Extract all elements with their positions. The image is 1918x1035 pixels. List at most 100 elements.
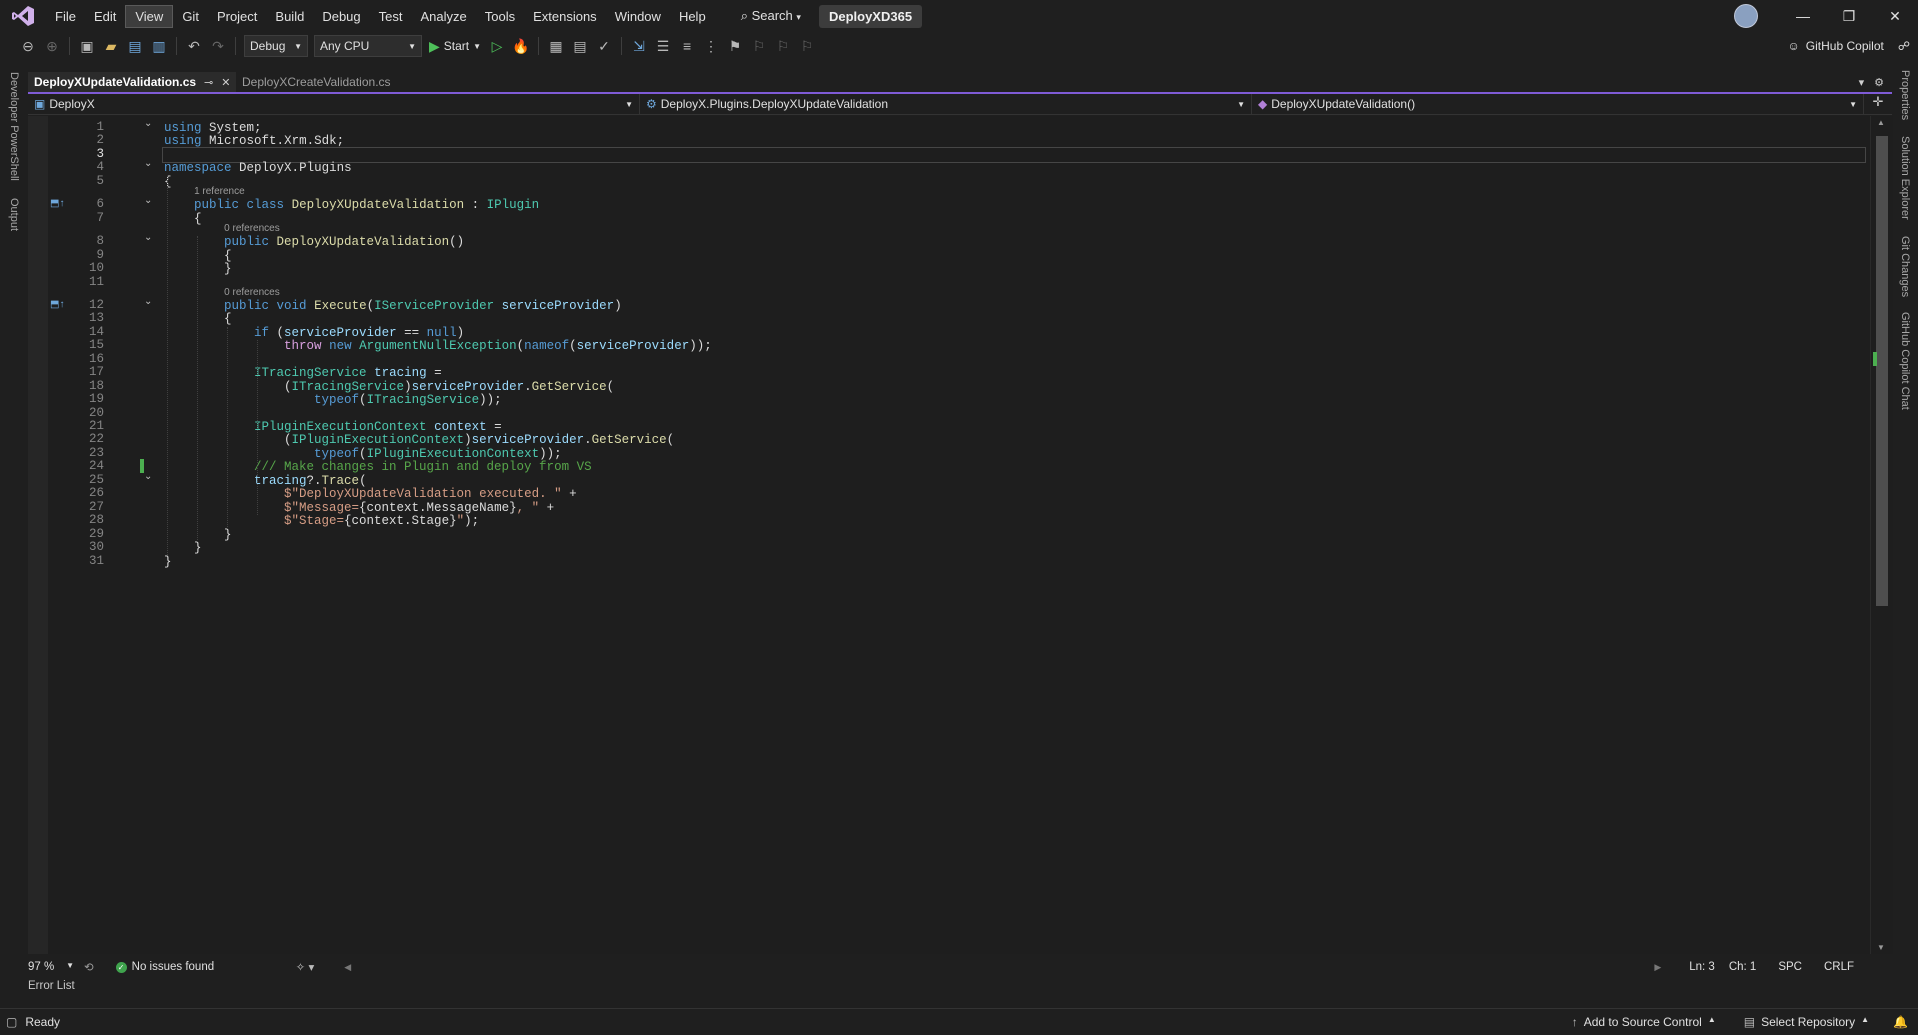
tab-settings-gear-icon[interactable]: ⚙ xyxy=(1874,76,1884,89)
tab-list-dropdown-icon[interactable]: ▾ xyxy=(1859,76,1865,89)
git-changes-tab[interactable]: Git Changes xyxy=(1899,236,1911,297)
error-list-tab[interactable]: Error List xyxy=(28,980,75,992)
previous-bookmark-icon[interactable]: ⚐ xyxy=(748,35,770,57)
undo-icon[interactable]: ↶ xyxy=(183,35,205,57)
close-window-icon[interactable]: ✕ xyxy=(1872,8,1918,25)
redo-icon[interactable]: ↷ xyxy=(207,35,229,57)
spell-check-icon[interactable]: ✓ xyxy=(593,35,615,57)
comment-lines-icon[interactable]: ≡ xyxy=(676,35,698,57)
column-indicator[interactable]: Ch: 1 xyxy=(1729,961,1757,973)
solution-explorer-tab[interactable]: Solution Explorer xyxy=(1899,136,1911,220)
scroll-down-arrow-icon[interactable]: ▼ xyxy=(1877,943,1885,952)
menu-view[interactable]: View xyxy=(125,4,174,28)
select-repository-button[interactable]: Select Repository ▲ xyxy=(1761,1015,1869,1029)
minimize-icon[interactable]: — xyxy=(1780,8,1826,24)
menu-debug[interactable]: Debug xyxy=(313,6,369,27)
menu-window[interactable]: Window xyxy=(606,6,670,27)
member-dropdown[interactable]: ◆ DeployXUpdateValidation() ▼ xyxy=(1252,94,1864,114)
code-line[interactable]: public class DeployXUpdateValidation : I… xyxy=(164,197,539,213)
open-file-icon[interactable]: ▰ xyxy=(100,35,122,57)
browse-icon[interactable]: ▦ xyxy=(545,35,567,57)
new-project-icon[interactable]: ▣ xyxy=(76,35,98,57)
code-line[interactable]: } xyxy=(164,554,172,570)
navigate-forward-icon[interactable]: ⊕ xyxy=(41,35,63,57)
whitespace-indicator[interactable]: SPC xyxy=(1778,961,1802,973)
github-copilot-button[interactable]: ☺ GitHub Copilot ☍ xyxy=(1788,39,1918,53)
code-lens-references[interactable]: 0 references xyxy=(224,223,280,234)
bookmark-icon[interactable]: ⚑ xyxy=(724,35,746,57)
fold-toggle-icon[interactable]: ⌄ xyxy=(144,471,152,482)
scrollbar-thumb[interactable] xyxy=(1876,136,1888,606)
implements-interface-icon[interactable]: ⬒↑ xyxy=(50,299,64,310)
tab-deployxupdatevalidation[interactable]: DeployXUpdateValidation.cs ⊸ ✕ xyxy=(28,72,236,92)
fold-toggle-icon[interactable]: ⌄ xyxy=(144,195,152,206)
menu-build[interactable]: Build xyxy=(266,6,313,27)
code-line[interactable]: { xyxy=(164,211,202,227)
github-copilot-chat-tab[interactable]: GitHub Copilot Chat xyxy=(1899,312,1911,410)
output-status-icon[interactable]: ▢ xyxy=(6,1015,17,1029)
start-debugging-button[interactable]: ▶ Start ▼ xyxy=(429,38,481,55)
code-lens-references[interactable]: 1 reference xyxy=(194,186,245,197)
output-tab[interactable]: Output xyxy=(8,198,20,231)
next-bookmark-icon[interactable]: ⚐ xyxy=(772,35,794,57)
fold-toggle-icon[interactable]: ⌄ xyxy=(144,296,152,307)
configuration-dropdown[interactable]: Debug ▼ xyxy=(244,35,308,57)
line-indicator[interactable]: Ln: 3 xyxy=(1689,961,1715,973)
notifications-bell-icon[interactable]: 🔔 xyxy=(1893,1015,1908,1029)
code-line[interactable]: public void Execute(IServiceProvider ser… xyxy=(164,298,622,314)
start-without-debugging-icon[interactable]: ▷ xyxy=(486,35,508,57)
add-to-source-control-button[interactable]: Add to Source Control ▲ xyxy=(1584,1015,1716,1029)
fold-toggle-icon[interactable]: ⌄ xyxy=(144,118,152,129)
code-line[interactable]: throw new ArgumentNullException(nameof(s… xyxy=(164,338,712,354)
project-dropdown[interactable]: ▣ DeployX ▼ xyxy=(28,94,640,114)
document-outline-icon[interactable]: ☰ xyxy=(652,35,674,57)
code-line[interactable]: namespace DeployX.Plugins xyxy=(164,160,352,176)
scroll-right-icon[interactable]: ▶ xyxy=(1654,962,1661,973)
menu-tools[interactable]: Tools xyxy=(476,6,524,27)
save-all-icon[interactable]: ▥ xyxy=(148,35,170,57)
type-dropdown[interactable]: ⚙ DeployX.Plugins.DeployXUpdateValidation… xyxy=(640,94,1252,114)
uncomment-lines-icon[interactable]: ⋮ xyxy=(700,35,722,57)
navigate-back-icon[interactable]: ⊖ xyxy=(17,35,39,57)
menu-analyze[interactable]: Analyze xyxy=(411,6,475,27)
clear-bookmarks-icon[interactable]: ⚐ xyxy=(796,35,818,57)
close-tab-icon[interactable]: ✕ xyxy=(221,76,230,89)
implements-interface-icon[interactable]: ⬒↑ xyxy=(50,198,64,209)
solution-name-badge[interactable]: DeployXD365 xyxy=(818,4,923,28)
fold-toggle-icon[interactable]: ⌄ xyxy=(144,232,152,243)
code-editor[interactable]: 1 2 3 4 5 6 7 8 9 10 11 12 13 14 15 16 17 18 19 20 21 22 23 24 2… xyxy=(28,116,1893,954)
feedback-icon[interactable]: ☍ xyxy=(1898,39,1910,53)
menu-git[interactable]: Git xyxy=(173,6,208,27)
code-line[interactable]: typeof(ITracingService)); xyxy=(164,392,502,408)
layout-icon[interactable]: ▤ xyxy=(569,35,591,57)
menu-test[interactable]: Test xyxy=(370,6,412,27)
account-avatar[interactable] xyxy=(1734,4,1758,28)
zoom-dropdown[interactable]: 97 % ▼ xyxy=(28,961,74,973)
properties-tab[interactable]: Properties xyxy=(1899,70,1911,120)
menu-edit[interactable]: Edit xyxy=(85,6,125,27)
restore-icon[interactable]: ❐ xyxy=(1826,8,1872,25)
scroll-left-icon[interactable]: ◀ xyxy=(344,962,351,973)
intellicode-icon[interactable]: ⟲ xyxy=(84,960,94,974)
platform-dropdown[interactable]: Any CPU ▼ xyxy=(314,35,422,57)
menu-extensions[interactable]: Extensions xyxy=(524,6,606,27)
visual-studio-logo-icon[interactable] xyxy=(10,5,36,27)
line-ending-indicator[interactable]: CRLF xyxy=(1824,961,1854,973)
menu-help[interactable]: Help xyxy=(670,6,715,27)
issues-indicator[interactable]: ✓ No issues found xyxy=(115,961,276,973)
code-lens-references[interactable]: 0 references xyxy=(224,287,280,298)
split-editor-icon[interactable]: ✛ xyxy=(1864,94,1892,114)
scroll-up-arrow-icon[interactable]: ▲ xyxy=(1877,118,1885,127)
vertical-scrollbar[interactable]: ▲ ▼ xyxy=(1870,116,1893,954)
search-button[interactable]: ⌕ Search ▾ xyxy=(733,5,809,27)
code-cleanup-icon[interactable]: ✧ ▾ xyxy=(296,960,315,974)
pin-icon[interactable]: ⊸ xyxy=(204,76,213,89)
developer-powershell-tab[interactable]: Developer PowerShell xyxy=(8,72,20,181)
save-icon[interactable]: ▤ xyxy=(124,35,146,57)
hot-reload-icon[interactable]: 🔥 xyxy=(510,35,532,57)
step-icon[interactable]: ⇲ xyxy=(628,35,650,57)
fold-toggle-icon[interactable]: ⌄ xyxy=(144,158,152,169)
menu-file[interactable]: File xyxy=(46,6,85,27)
tab-deployxcreatevalidation[interactable]: DeployXCreateValidation.cs xyxy=(236,72,428,92)
menu-project[interactable]: Project xyxy=(208,6,266,27)
